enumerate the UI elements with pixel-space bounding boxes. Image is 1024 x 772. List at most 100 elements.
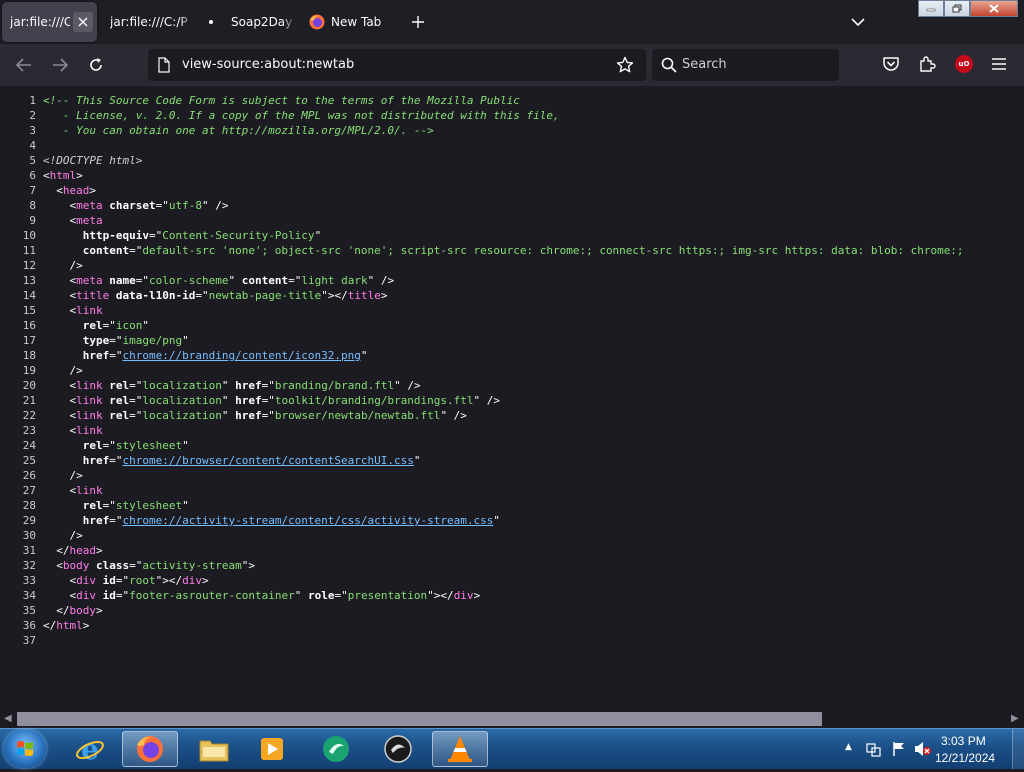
markup-text bbox=[43, 514, 83, 527]
markup-text: < bbox=[43, 379, 77, 392]
markup-text: < bbox=[43, 409, 77, 422]
source-line: 33 <div id="root"></div> bbox=[0, 573, 209, 588]
windows-logo-icon bbox=[17, 741, 33, 756]
markup-text: =" bbox=[102, 499, 116, 512]
line-number: 23 bbox=[22, 424, 36, 437]
clock-time[interactable]: 3:03 PM bbox=[941, 734, 986, 748]
url-bar[interactable]: view-source:about:newtab bbox=[148, 49, 646, 81]
scrollbar-thumb[interactable] bbox=[17, 712, 822, 726]
tab-jar-file-1[interactable]: jar:file:///C bbox=[2, 2, 97, 42]
source-line: 14 <title data-l10n-id="newtab-page-titl… bbox=[0, 288, 388, 303]
markup-text: " bbox=[221, 394, 236, 407]
line-number: 24 bbox=[22, 439, 36, 452]
taskbar-media-player[interactable] bbox=[244, 731, 300, 767]
attribute-value: localization bbox=[142, 394, 222, 407]
line-number: 8 bbox=[29, 199, 36, 212]
markup-text: > bbox=[96, 604, 103, 617]
windows-taskbar: e ▲ 3:03 PM 12/21/2024 bbox=[0, 728, 1024, 769]
markup-text: < bbox=[43, 304, 77, 317]
markup-text: < bbox=[43, 394, 77, 407]
search-input[interactable]: Search bbox=[682, 57, 727, 72]
attribute-value: localization bbox=[142, 409, 222, 422]
markup-text: > bbox=[473, 589, 481, 602]
extensions-button[interactable] bbox=[918, 55, 938, 75]
view-source-content[interactable]: 1 <!-- This Source Code Form is subject t… bbox=[0, 86, 1024, 710]
attribute-value: root bbox=[129, 574, 156, 587]
source-line: 37 bbox=[0, 633, 43, 648]
attribute-name: id bbox=[102, 589, 116, 602]
attribute-value: light dark bbox=[301, 274, 368, 287]
action-center-icon[interactable] bbox=[866, 741, 882, 761]
line-number: 29 bbox=[22, 514, 36, 527]
tag-name: div bbox=[76, 574, 96, 587]
pocket-button[interactable] bbox=[882, 55, 902, 75]
start-button[interactable] bbox=[4, 730, 46, 768]
line-number: 14 bbox=[22, 289, 36, 302]
tag-name: link bbox=[76, 394, 103, 407]
new-tab-button[interactable] bbox=[406, 10, 430, 34]
attribute-name: rel bbox=[109, 379, 130, 392]
source-line: 12 /> bbox=[0, 258, 83, 273]
minimize-button[interactable] bbox=[918, 0, 944, 17]
attribute-value[interactable]: chrome://browser/content/contentSearchUI… bbox=[123, 454, 414, 467]
source-line: 30 /> bbox=[0, 528, 83, 543]
line-number: 26 bbox=[22, 469, 36, 482]
scroll-right-arrow-icon[interactable]: ▶ bbox=[1011, 713, 1019, 724]
attribute-value: localization bbox=[142, 379, 222, 392]
markup-text: =" bbox=[109, 334, 123, 347]
markup-text: < bbox=[43, 424, 77, 437]
forward-button[interactable] bbox=[47, 53, 73, 77]
line-number: 3 bbox=[29, 124, 36, 137]
reload-button[interactable] bbox=[83, 53, 109, 77]
show-desktop-button[interactable] bbox=[1012, 729, 1024, 769]
tag-name: div bbox=[182, 574, 202, 587]
markup-text: < bbox=[43, 589, 77, 602]
url-text[interactable]: view-source:about:newtab bbox=[182, 57, 354, 72]
attribute-value[interactable]: chrome://activity-stream/content/css/act… bbox=[123, 514, 494, 527]
attribute-value: Content-Security-Policy bbox=[162, 229, 315, 242]
taskbar-firefox[interactable] bbox=[122, 731, 178, 767]
source-line: 21 <link rel="localization" href="toolki… bbox=[0, 393, 500, 408]
bookmark-star-icon[interactable] bbox=[616, 56, 634, 78]
close-tab-icon[interactable] bbox=[73, 12, 93, 32]
menu-button[interactable] bbox=[991, 56, 1009, 74]
network-flag-icon[interactable] bbox=[891, 741, 907, 761]
source-link[interactable]: chrome://branding/content/icon32.png bbox=[123, 349, 361, 362]
taskbar-messenger[interactable] bbox=[308, 731, 364, 767]
scroll-left-arrow-icon[interactable]: ◀ bbox=[4, 713, 12, 724]
ublock-origin-button[interactable]: uO bbox=[955, 55, 973, 73]
attribute-value[interactable]: chrome://branding/content/icon32.png bbox=[123, 349, 361, 362]
line-number: 25 bbox=[22, 454, 36, 467]
clock-date[interactable]: 12/21/2024 bbox=[935, 751, 995, 765]
tab-jar-file-2[interactable]: jar:file:///C:/P bbox=[102, 2, 194, 42]
markup-text: /> bbox=[43, 469, 83, 482]
horizontal-scrollbar[interactable]: ◀ ▶ bbox=[0, 710, 1024, 728]
markup-text: =" bbox=[148, 229, 163, 242]
maximize-button[interactable] bbox=[944, 0, 970, 17]
volume-muted-icon[interactable] bbox=[914, 741, 932, 761]
taskbar-file-explorer[interactable] bbox=[186, 731, 242, 767]
source-link[interactable]: chrome://browser/content/contentSearchUI… bbox=[123, 454, 414, 467]
taskbar-vlc[interactable] bbox=[432, 731, 488, 767]
close-window-button[interactable] bbox=[970, 0, 1018, 17]
source-line: 35 </body> bbox=[0, 603, 103, 618]
show-hidden-icons-button[interactable]: ▲ bbox=[845, 742, 852, 752]
back-button[interactable] bbox=[11, 53, 37, 77]
attribute-value: image/png bbox=[122, 334, 183, 347]
source-link[interactable]: chrome://activity-stream/content/css/act… bbox=[123, 514, 494, 527]
taskbar-internet-explorer[interactable]: e bbox=[62, 731, 118, 767]
attribute-name: type bbox=[82, 334, 110, 347]
line-number: 22 bbox=[22, 409, 36, 422]
tab-attention-dot bbox=[209, 20, 213, 24]
tab-label: jar:file:///C bbox=[10, 15, 70, 29]
tab-soap2day[interactable]: Soap2Day bbox=[224, 2, 296, 42]
tab-new-tab[interactable]: New Tab bbox=[302, 2, 402, 42]
pocket-icon bbox=[883, 57, 899, 71]
source-line: 36 </html> bbox=[0, 618, 90, 633]
taskbar-disk-burner[interactable] bbox=[370, 731, 426, 767]
search-bar[interactable]: Search bbox=[652, 49, 839, 81]
line-number: 28 bbox=[22, 499, 36, 512]
attribute-value: default-src 'none'; object-src 'none'; s… bbox=[142, 244, 964, 257]
attribute-name: rel bbox=[82, 499, 103, 512]
list-all-tabs-button[interactable] bbox=[846, 10, 870, 34]
